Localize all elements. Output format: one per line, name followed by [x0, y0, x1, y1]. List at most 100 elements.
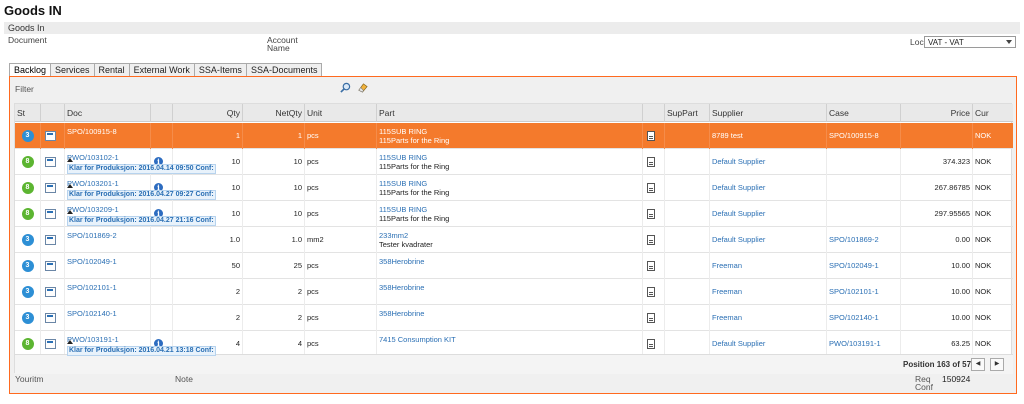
- status-cell: 3: [15, 305, 41, 331]
- case-link[interactable]: SPO/100915-8: [827, 123, 901, 149]
- document-icon[interactable]: [45, 287, 56, 297]
- doc-link[interactable]: PWO/103191-1: [67, 335, 119, 344]
- col-doc[interactable]: Doc: [65, 104, 151, 122]
- document-icon[interactable]: [45, 235, 56, 245]
- pdf-icon[interactable]: [647, 313, 655, 323]
- status-badge: 3: [21, 234, 34, 246]
- case-link[interactable]: SPO/102101-1: [827, 279, 901, 305]
- supplier-link[interactable]: Default Supplier: [710, 201, 827, 227]
- case-link[interactable]: [827, 201, 901, 227]
- supplier-link[interactable]: Default Supplier: [710, 227, 827, 253]
- doc-icon-cell: [41, 149, 65, 175]
- case-link[interactable]: [827, 175, 901, 201]
- document-icon[interactable]: [45, 157, 56, 167]
- pdf-icon[interactable]: [647, 235, 655, 245]
- doc-link[interactable]: SPO/100915-8: [67, 127, 117, 136]
- part-link[interactable]: 358Herobrine: [379, 257, 424, 266]
- part-link[interactable]: 358Herobrine: [379, 283, 424, 292]
- tab-ssa-items[interactable]: SSA-Items: [193, 63, 247, 77]
- col-supplier[interactable]: Supplier: [710, 104, 827, 122]
- doc-link[interactable]: SPO/102140-1: [67, 309, 117, 318]
- pdf-cell: [643, 123, 665, 149]
- table-row[interactable]: 3 SPO/100915-8 1 1 pcs 115SUB RING 115Parts fo…: [15, 123, 1013, 149]
- part-link[interactable]: 115SUB RING: [379, 127, 427, 136]
- table-row[interactable]: 3 SPO/102049-1 50 25 pcs 358Herobrine Freeman S…: [15, 253, 1013, 279]
- doc-icon-cell: [41, 305, 65, 331]
- netqty-cell: 1: [243, 123, 305, 149]
- case-link[interactable]: SPO/102140-1: [827, 305, 901, 331]
- part-link[interactable]: 7415 Consumption KIT: [379, 335, 456, 344]
- doc-link[interactable]: PWO/103201-1: [67, 179, 119, 188]
- supplier-link[interactable]: 8789 test: [710, 123, 827, 149]
- col-price[interactable]: Price: [901, 104, 973, 122]
- supplier-link[interactable]: Default Supplier: [710, 149, 827, 175]
- pdf-icon[interactable]: [647, 287, 655, 297]
- col-unit[interactable]: Unit: [305, 104, 377, 122]
- doc-link[interactable]: PWO/103102-1: [67, 153, 119, 162]
- eraser-icon[interactable]: [357, 82, 368, 93]
- table-row[interactable]: 3 SPO/102140-1 2 2 pcs 358Herobrine Freeman SPO…: [15, 305, 1013, 331]
- part-link[interactable]: 115SUB RING: [379, 179, 427, 188]
- part-link[interactable]: 233mm2: [379, 231, 408, 240]
- document-icon[interactable]: [45, 183, 56, 193]
- supplier-link[interactable]: Freeman: [710, 305, 827, 331]
- pdf-icon[interactable]: [647, 131, 655, 141]
- next-page-button[interactable]: ▶: [990, 358, 1004, 371]
- doc-link[interactable]: SPO/102101-1: [67, 283, 117, 292]
- loc-select[interactable]: VAT - VAT: [924, 36, 1016, 48]
- tab-backlog[interactable]: Backlog: [9, 63, 52, 77]
- document-icon[interactable]: [45, 261, 56, 271]
- pdf-icon[interactable]: [647, 183, 655, 193]
- doc-link[interactable]: SPO/101869-2: [67, 231, 117, 240]
- document-icon[interactable]: [45, 313, 56, 323]
- supplier-link[interactable]: Default Supplier: [710, 175, 827, 201]
- case-link[interactable]: SPO/102049-1: [827, 253, 901, 279]
- prev-page-button[interactable]: ◀: [971, 358, 985, 371]
- supplier-link[interactable]: Freeman: [710, 279, 827, 305]
- tab-rental[interactable]: Rental: [93, 63, 130, 77]
- doc-link[interactable]: SPO/102049-1: [67, 257, 117, 266]
- page-title: Goods IN: [4, 3, 62, 18]
- supplier-link[interactable]: Freeman: [710, 253, 827, 279]
- suppart-cell: [665, 201, 710, 227]
- pdf-cell: [643, 253, 665, 279]
- document-icon[interactable]: [45, 339, 56, 349]
- table-row[interactable]: 8 PWO/103201-1 Klar for Produksjon: 2016.0…: [15, 175, 1013, 201]
- status-badge: 3: [21, 260, 34, 272]
- table-row[interactable]: 3 SPO/101869-2 1.0 1.0 mm2 233mm2 Tester kvadr…: [15, 227, 1013, 253]
- pdf-icon[interactable]: [647, 261, 655, 271]
- loc-label: Loc: [910, 37, 924, 47]
- col-st[interactable]: St: [15, 104, 41, 122]
- doc-link[interactable]: PWO/103209-1: [67, 205, 119, 214]
- case-link[interactable]: SPO/101869-2: [827, 227, 901, 253]
- doc-cell: PWO/103191-1 Klar for Produksjon: 2016.04…: [65, 331, 216, 357]
- pdf-icon[interactable]: [647, 209, 655, 219]
- tab-ssa-documents[interactable]: SSA-Documents: [245, 63, 323, 77]
- tab-external-work[interactable]: External Work: [128, 63, 195, 77]
- part-link[interactable]: 358Herobrine: [379, 309, 424, 318]
- part-link[interactable]: 115SUB RING: [379, 153, 427, 162]
- table-row[interactable]: 3 SPO/102101-1 2 2 pcs 358Herobrine Freeman SPO…: [15, 279, 1013, 305]
- doc-cell: PWO/103201-1 Klar for Produksjon: 2016.04…: [65, 175, 216, 201]
- cur-cell: NOK: [975, 287, 992, 296]
- pdf-icon[interactable]: [647, 157, 655, 167]
- part-link[interactable]: 115SUB RING: [379, 205, 427, 214]
- col-cur[interactable]: Cur: [973, 104, 1013, 122]
- qty-cell: 1.0: [173, 227, 243, 253]
- case-link[interactable]: [827, 149, 901, 175]
- document-icon[interactable]: [45, 131, 56, 141]
- pdf-icon[interactable]: [647, 339, 655, 349]
- col-qty[interactable]: Qty: [173, 104, 243, 122]
- document-icon[interactable]: [45, 209, 56, 219]
- col-part[interactable]: Part: [377, 104, 643, 122]
- status-cell: 3: [15, 253, 41, 279]
- table-row[interactable]: 8 PWO/103102-1 Klar for Produksjon: 2016.0…: [15, 149, 1013, 175]
- name-label: Name: [267, 43, 290, 53]
- col-suppart[interactable]: SupPart: [665, 104, 710, 122]
- table-row[interactable]: 8 PWO/103209-1 Klar for Produksjon: 2016.0…: [15, 201, 1013, 227]
- info-cell: [151, 305, 173, 331]
- col-netqty[interactable]: NetQty: [243, 104, 305, 122]
- col-case[interactable]: Case: [827, 104, 901, 122]
- tab-services[interactable]: Services: [50, 63, 95, 77]
- search-icon[interactable]: [340, 82, 351, 93]
